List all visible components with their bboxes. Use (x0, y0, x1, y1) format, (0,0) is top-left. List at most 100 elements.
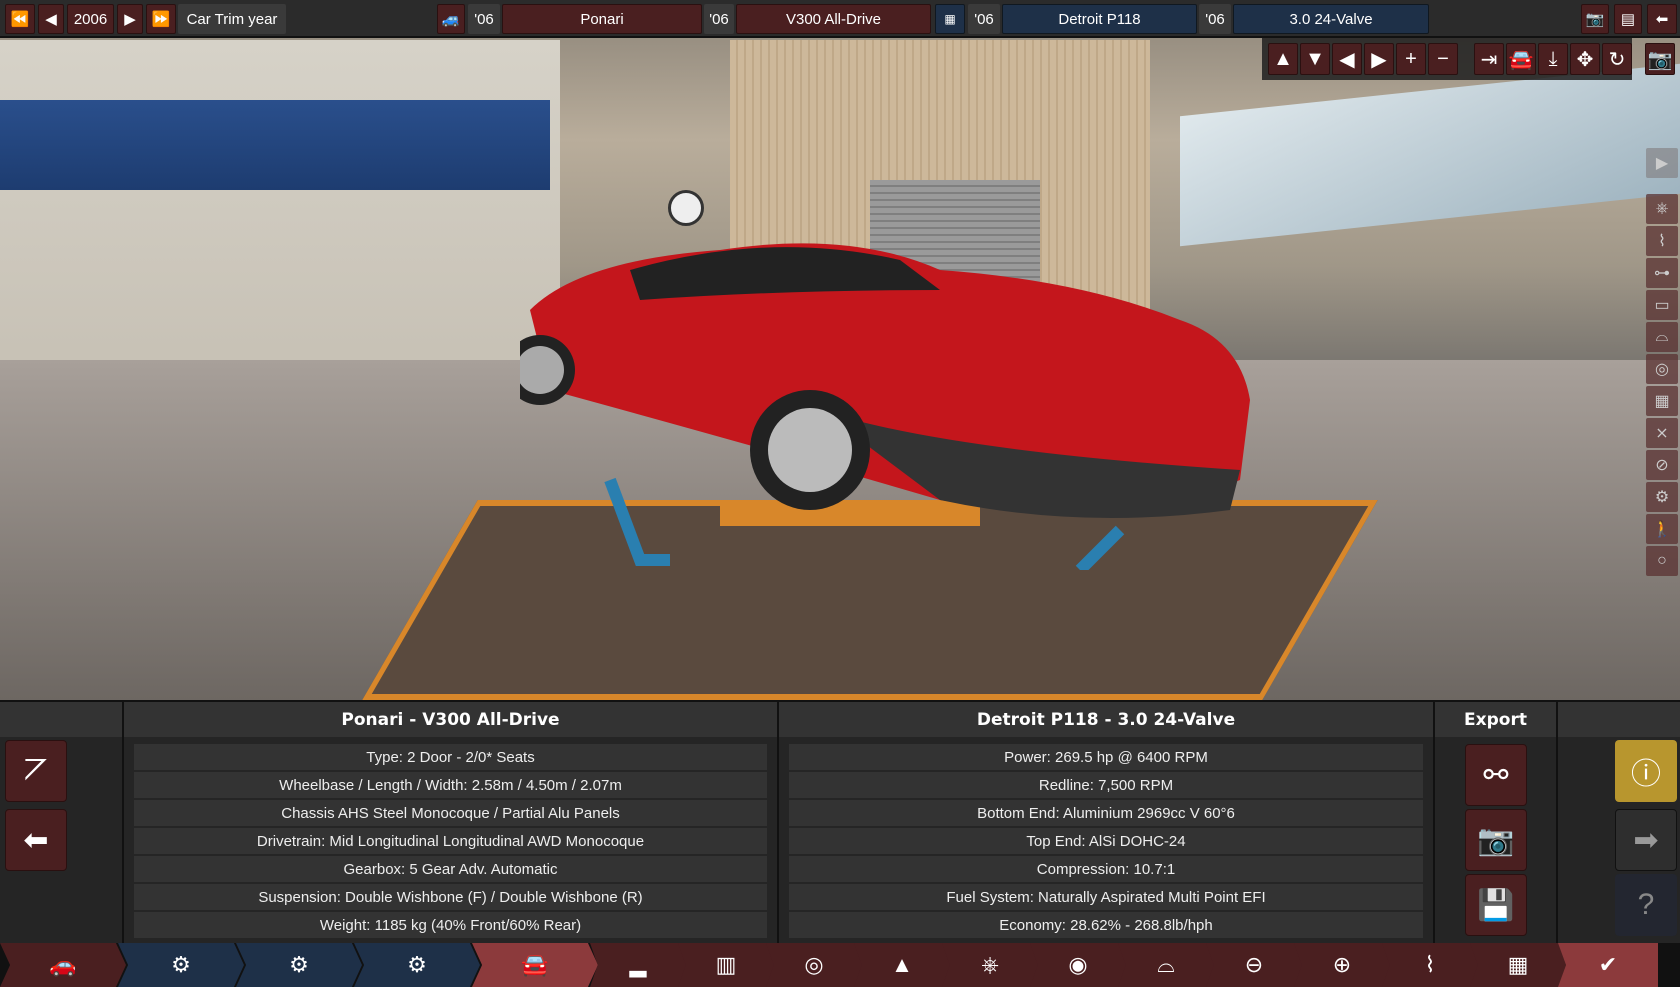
nav-wheels[interactable]: ⎈ (942, 943, 1038, 987)
nav-tuning[interactable]: ⌇ (1382, 943, 1478, 987)
camera-toolbar: ▲ ▼ ◀ ▶ + − ⇥ 🚘 ⤓ ✥ ↻ (1262, 38, 1632, 80)
rewind-year-button[interactable]: ⏪ (5, 4, 35, 34)
expand-panel-icon[interactable]: ▶ (1646, 148, 1678, 178)
back-button[interactable]: ⬅ (5, 809, 67, 871)
engine-summary-title: Detroit P118 - 3.0 24-Valve (779, 702, 1433, 737)
gear-icon[interactable]: ⚙ (1646, 482, 1678, 512)
car-summary-title: Ponari - V300 All-Drive (124, 702, 777, 737)
engine-stat-row: Power: 269.5 hp @ 6400 RPM (789, 744, 1423, 770)
no-parts-icon[interactable]: ⊘ (1646, 450, 1678, 480)
garage-wall (0, 40, 560, 370)
nav-interior[interactable]: ⊖ (1206, 943, 1302, 987)
spreadsheet-icon[interactable]: ▤ (1614, 4, 1642, 34)
zoom-out-icon[interactable]: − (1428, 43, 1458, 75)
circle-icon[interactable]: ○ (1646, 546, 1678, 576)
engine-stat-row: Economy: 28.62% - 268.8lb/hph (789, 912, 1423, 938)
wheel-icon[interactable]: ⎈ (1646, 194, 1678, 224)
save-button[interactable]: 💾 (1465, 874, 1527, 936)
graph-button[interactable]: ⦢ (5, 740, 67, 802)
car-model-icon[interactable]: 🚙 (437, 4, 465, 34)
car-model-selector[interactable]: Ponari (502, 4, 702, 34)
nav-drivetrain[interactable]: ▥ (678, 943, 774, 987)
car-front-icon[interactable]: ▭ (1646, 290, 1678, 320)
engine-year: '06 (968, 4, 1000, 34)
zoom-in-icon[interactable]: + (1396, 43, 1426, 75)
rotate-move-icon[interactable]: ✥ (1570, 43, 1600, 75)
car-side-icon[interactable]: ⌓ (1646, 322, 1678, 352)
export-camera-button[interactable]: 📷 (1465, 809, 1527, 871)
right-actions: ⓘ ➡ ? (1558, 702, 1680, 945)
engine-stat-row: Redline: 7,500 RPM (789, 772, 1423, 798)
nav-trim[interactable]: 🚘 (472, 943, 598, 987)
export-title: Export (1435, 702, 1556, 737)
engine-icon[interactable]: ▦ (935, 4, 965, 34)
nav-aero[interactable]: ⌓ (1118, 943, 1214, 987)
trim-year: '06 (704, 4, 734, 34)
year-value[interactable]: 2006 (67, 4, 114, 34)
person-icon[interactable]: 🚶 (1646, 514, 1678, 544)
suspension-icon[interactable]: ⌇ (1646, 226, 1678, 256)
nav-body[interactable]: ▂ (590, 943, 686, 987)
share-button[interactable]: ⚯ (1465, 744, 1527, 806)
front-view-icon[interactable]: 🚘 (1506, 43, 1536, 75)
screenshot-camera-icon[interactable]: 📷 (1645, 43, 1675, 75)
engine-stat-row: Bottom End: Aluminium 2969cc V 60°6 (789, 800, 1423, 826)
car-stat-row: Type: 2 Door - 2/0* Seats (134, 744, 767, 770)
car-summary: Ponari - V300 All-Drive Type: 2 Door - 2… (124, 702, 779, 945)
nav-fixtures[interactable]: ▲ (854, 943, 950, 987)
nav-finish[interactable]: ✔ (1558, 943, 1658, 987)
back-arrow-icon[interactable]: ⬅ (1647, 4, 1677, 34)
nav-brakes[interactable]: ◉ (1030, 943, 1126, 987)
wall-clock (668, 190, 704, 226)
camera-up-icon[interactable]: ▲ (1268, 43, 1298, 75)
year-label: Car Trim year (178, 4, 286, 34)
nav-headlights[interactable]: ◎ (766, 943, 862, 987)
nav-engine-family[interactable]: ⚙ (118, 943, 244, 987)
car-stat-row: Gearbox: 5 Gear Adv. Automatic (134, 856, 767, 882)
prev-year-button[interactable]: ◀ (38, 4, 64, 34)
design-step-nav: 🚗 ⚙ ⚙ ⚙ 🚘 ▂ ▥ ◎ ▲ ⎈ ◉ ⌓ ⊖ ⊕ ⌇ ▦ ✔ (0, 943, 1680, 987)
engine-family-selector[interactable]: Detroit P118 (1002, 4, 1197, 34)
nav-car-model[interactable]: 🚗 (0, 943, 126, 987)
drop-down-icon[interactable]: ⤓ (1538, 43, 1568, 75)
engine-stat-row: Compression: 10.7:1 (789, 856, 1423, 882)
car-stat-row: Chassis AHS Steel Monocoque / Partial Al… (134, 800, 767, 826)
left-actions: ⦢ ⬅ (0, 702, 124, 945)
nav-engine-variant[interactable]: ⚙ (354, 943, 480, 987)
car-model[interactable] (520, 230, 1330, 570)
car-year: '06 (468, 4, 500, 34)
garage-windows (1180, 63, 1680, 247)
drivetrain-icon[interactable]: ⊶ (1646, 258, 1678, 288)
top-toolbar: ⏪ ◀ 2006 ▶ ⏩ Car Trim year 🚙 '06 Ponari … (0, 0, 1680, 38)
car-stat-row: Suspension: Double Wishbone (F) / Double… (134, 884, 767, 910)
engine-stat-row: Fuel System: Naturally Aspirated Multi P… (789, 884, 1423, 910)
nav-safety[interactable]: ⊕ (1294, 943, 1390, 987)
warning-button[interactable]: ⓘ (1615, 740, 1677, 802)
engine-stat-row: Top End: AlSi DOHC-24 (789, 828, 1423, 854)
camera-left-icon[interactable]: ◀ (1332, 43, 1362, 75)
trim-selector[interactable]: V300 All-Drive (736, 4, 931, 34)
lift-icon[interactable]: ⨯ (1646, 418, 1678, 448)
headlight-icon[interactable]: ◎ (1646, 354, 1678, 384)
car-stat-row: Drivetrain: Mid Longitudinal Longitudina… (134, 828, 767, 854)
info-panel: ⦢ ⬅ Ponari - V300 All-Drive Type: 2 Door… (0, 700, 1680, 945)
garage-3d-viewport[interactable] (0, 0, 1680, 700)
help-button[interactable]: ? (1615, 874, 1677, 936)
camera-right-icon[interactable]: ▶ (1364, 43, 1394, 75)
next-year-button[interactable]: ▶ (117, 4, 143, 34)
car-stat-row: Weight: 1185 kg (40% Front/60% Rear) (134, 912, 767, 938)
next-button[interactable]: ➡ (1615, 809, 1677, 871)
nav-testing[interactable]: ▦ (1470, 943, 1566, 987)
engine-block-icon[interactable]: ▦ (1646, 386, 1678, 416)
engine-variant-selector[interactable]: 3.0 24-Valve (1233, 4, 1429, 34)
reset-rotation-icon[interactable]: ↻ (1602, 43, 1632, 75)
car-stat-row: Wheelbase / Length / Width: 2.58m / 4.50… (134, 772, 767, 798)
camera-icon[interactable]: 📷 (1581, 4, 1609, 34)
engine-summary: Detroit P118 - 3.0 24-Valve Power: 269.5… (779, 702, 1435, 945)
export-column: Export ⚯ 📷 💾 (1435, 702, 1558, 945)
camera-down-icon[interactable]: ▼ (1300, 43, 1330, 75)
nav-engine-bottom[interactable]: ⚙ (236, 943, 362, 987)
wall-stripe (0, 100, 550, 190)
tab-to-icon[interactable]: ⇥ (1474, 43, 1504, 75)
fast-forward-year-button[interactable]: ⏩ (146, 4, 176, 34)
